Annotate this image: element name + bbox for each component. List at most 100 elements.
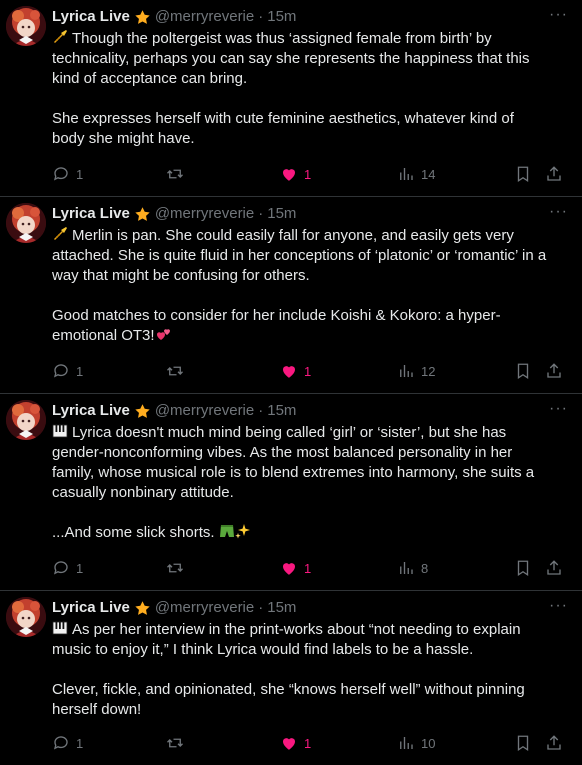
handle[interactable]: @merryreverie — [155, 401, 254, 421]
more-dots-icon[interactable]: ··· — [549, 203, 568, 221]
retweet-button[interactable] — [166, 559, 280, 577]
tweet-text: Merlin is pan. She could easily fall for… — [52, 226, 566, 346]
tweet[interactable]: Lyrica Live @merryreverie · 15m ··· Thou… — [0, 0, 582, 197]
share-button[interactable] — [545, 734, 563, 752]
tweet-actions: 1 1 8 — [52, 558, 568, 578]
views-bar-icon — [400, 365, 413, 377]
retweet-button[interactable] — [166, 165, 280, 183]
retweet-button[interactable] — [166, 362, 280, 380]
timestamp[interactable]: 15m — [267, 401, 296, 421]
piano-keys-emoji — [52, 620, 68, 636]
bookmark-icon — [517, 166, 529, 183]
timestamp[interactable]: 15m — [267, 7, 296, 27]
tweet-paragraph: ...And some slick shorts. — [52, 524, 215, 541]
avatar[interactable] — [6, 203, 46, 243]
avatar[interactable] — [6, 400, 46, 440]
views-bar-icon — [400, 168, 413, 180]
retweet-button[interactable] — [166, 734, 280, 752]
heart-filled-icon — [283, 563, 295, 575]
star-badge-icon — [134, 403, 151, 420]
like-count: 1 — [304, 735, 312, 751]
tweet-text: Lyrica doesn't much mind being called ‘g… — [52, 423, 566, 543]
reply-bubble-icon — [53, 167, 68, 181]
tweet-paragraph: Lyrica doesn't much mind being called ‘g… — [52, 424, 535, 501]
like-button[interactable]: 1 — [280, 734, 397, 752]
handle[interactable]: @merryreverie — [155, 598, 254, 618]
retweet-icon — [167, 366, 183, 376]
more-dots-icon[interactable]: ··· — [549, 6, 568, 24]
avatar[interactable] — [6, 597, 46, 637]
star-badge-icon — [134, 600, 151, 617]
bookmark-button[interactable] — [514, 734, 545, 752]
reply-button[interactable]: 1 — [52, 165, 166, 183]
views-button[interactable]: 14 — [397, 165, 514, 183]
avatar[interactable] — [6, 6, 46, 46]
tweet-paragraph: As per her interview in the print-works … — [52, 621, 521, 658]
reply-button[interactable]: 1 — [52, 362, 166, 380]
share-icon — [547, 363, 561, 378]
tweet-header: Lyrica Live @merryreverie · 15m — [52, 203, 566, 225]
bookmark-button[interactable] — [514, 165, 545, 183]
trumpet-emoji — [52, 226, 68, 242]
display-name[interactable]: Lyrica Live — [52, 7, 130, 27]
reply-bubble-icon — [53, 736, 68, 750]
retweet-icon — [167, 738, 183, 748]
view-count: 14 — [421, 166, 436, 182]
like-count: 1 — [304, 363, 312, 379]
heart-filled-icon — [283, 738, 295, 750]
reply-count: 1 — [76, 166, 84, 182]
views-button[interactable]: 8 — [397, 559, 514, 577]
separator-dot: · — [258, 599, 264, 616]
star-badge-icon — [134, 9, 151, 26]
tweet-paragraph: Good matches to consider for her include… — [52, 307, 501, 344]
bookmark-icon — [517, 735, 529, 752]
view-count: 10 — [421, 735, 436, 751]
tweet-actions: 1 1 10 — [52, 733, 568, 753]
tweet[interactable]: Lyrica Live @merryreverie · 15m ··· Lyri… — [0, 394, 582, 591]
like-button[interactable]: 1 — [280, 559, 397, 577]
view-count: 12 — [421, 363, 436, 379]
more-dots-icon[interactable]: ··· — [549, 400, 568, 418]
sparkles-emoji — [235, 523, 251, 539]
piano-keys-emoji — [52, 423, 68, 439]
tweet[interactable]: Lyrica Live @merryreverie · 15m ··· As p… — [0, 591, 582, 765]
tweet[interactable]: Lyrica Live @merryreverie · 15m ··· Merl… — [0, 197, 582, 394]
shorts-emoji — [219, 523, 235, 539]
tweet-text: As per her interview in the print-works … — [52, 620, 566, 720]
handle[interactable]: @merryreverie — [155, 7, 254, 27]
tweet-paragraph: Clever, fickle, and opinionated, she “kn… — [52, 681, 525, 718]
reply-bubble-icon — [53, 364, 68, 378]
tweet-paragraph: She expresses herself with cute feminine… — [52, 110, 514, 147]
share-icon — [547, 560, 561, 575]
reply-count: 1 — [76, 735, 84, 751]
display-name[interactable]: Lyrica Live — [52, 598, 130, 618]
tweet-paragraph: Merlin is pan. She could easily fall for… — [52, 227, 547, 284]
timestamp[interactable]: 15m — [267, 598, 296, 618]
bookmark-button[interactable] — [514, 362, 545, 380]
tweet-header: Lyrica Live @merryreverie · 15m — [52, 597, 566, 619]
separator-dot: · — [258, 8, 264, 25]
like-count: 1 — [304, 560, 312, 576]
share-button[interactable] — [545, 362, 563, 380]
like-button[interactable]: 1 — [280, 362, 397, 380]
timestamp[interactable]: 15m — [267, 204, 296, 224]
views-bar-icon — [400, 737, 413, 749]
tweet-header: Lyrica Live @merryreverie · 15m — [52, 400, 566, 422]
handle[interactable]: @merryreverie — [155, 204, 254, 224]
views-button[interactable]: 12 — [397, 362, 514, 380]
share-button[interactable] — [545, 165, 563, 183]
like-button[interactable]: 1 — [280, 165, 397, 183]
reply-count: 1 — [76, 560, 84, 576]
share-icon — [547, 166, 561, 181]
reply-button[interactable]: 1 — [52, 734, 166, 752]
display-name[interactable]: Lyrica Live — [52, 204, 130, 224]
share-button[interactable] — [545, 559, 563, 577]
bookmark-button[interactable] — [514, 559, 545, 577]
reply-bubble-icon — [53, 561, 68, 575]
tweet-header: Lyrica Live @merryreverie · 15m — [52, 6, 566, 28]
heart-filled-icon — [283, 169, 295, 181]
display-name[interactable]: Lyrica Live — [52, 401, 130, 421]
reply-button[interactable]: 1 — [52, 559, 166, 577]
more-dots-icon[interactable]: ··· — [549, 597, 568, 615]
views-button[interactable]: 10 — [397, 734, 514, 752]
